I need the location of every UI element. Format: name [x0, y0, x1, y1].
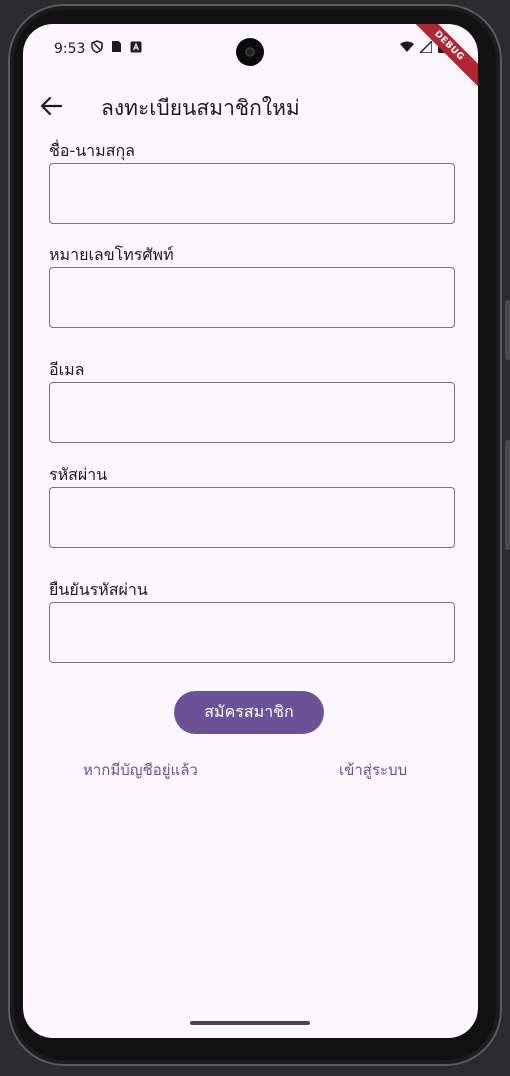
has-account-text: หากมีบัญชีอยู่แล้ว [83, 761, 198, 779]
app-bar: ลงทะเบียนสมาชิกใหม่ [23, 82, 478, 130]
phone-input[interactable] [49, 267, 455, 328]
status-bar: 9:53 [23, 24, 478, 74]
shield-icon [91, 40, 103, 53]
sim-card-icon [112, 41, 121, 52]
login-link[interactable]: เข้าสู่ระบบ [339, 758, 407, 782]
app-screen: 9:53 DEBUG ลงทะเบียนสมาชิกใหม่ ชื่อ-นามส… [23, 24, 478, 1038]
arrow-back-icon [40, 96, 62, 116]
keyboard-icon [130, 41, 142, 52]
power-button [505, 300, 510, 360]
confirm-password-label: ยืนยันรหัสผ่าน [49, 580, 148, 599]
email-label: อีเมล [49, 360, 85, 379]
full-name-input[interactable] [49, 163, 455, 224]
wifi-icon [400, 41, 414, 52]
password-input[interactable] [49, 487, 455, 548]
email-input[interactable] [49, 382, 455, 443]
front-camera [236, 38, 264, 66]
device-frame: 9:53 DEBUG ลงทะเบียนสมาชิกใหม่ ชื่อ-นามส… [0, 0, 510, 1076]
phone-label: หมายเลขโทรศัพท์ [49, 245, 174, 264]
register-button[interactable]: สมัครสมาชิก [174, 691, 324, 734]
back-button[interactable] [37, 92, 65, 120]
full-name-label: ชื่อ-นามสกุล [49, 141, 135, 160]
home-indicator[interactable] [190, 1021, 310, 1025]
password-label: รหัสผ่าน [49, 465, 108, 484]
page-title: ลงทะเบียนสมาชิกใหม่ [101, 96, 300, 120]
confirm-password-input[interactable] [49, 602, 455, 663]
status-icons-left [91, 40, 142, 53]
signal-icon [420, 40, 432, 53]
volume-button [505, 440, 510, 550]
status-time: 9:53 [54, 41, 86, 57]
